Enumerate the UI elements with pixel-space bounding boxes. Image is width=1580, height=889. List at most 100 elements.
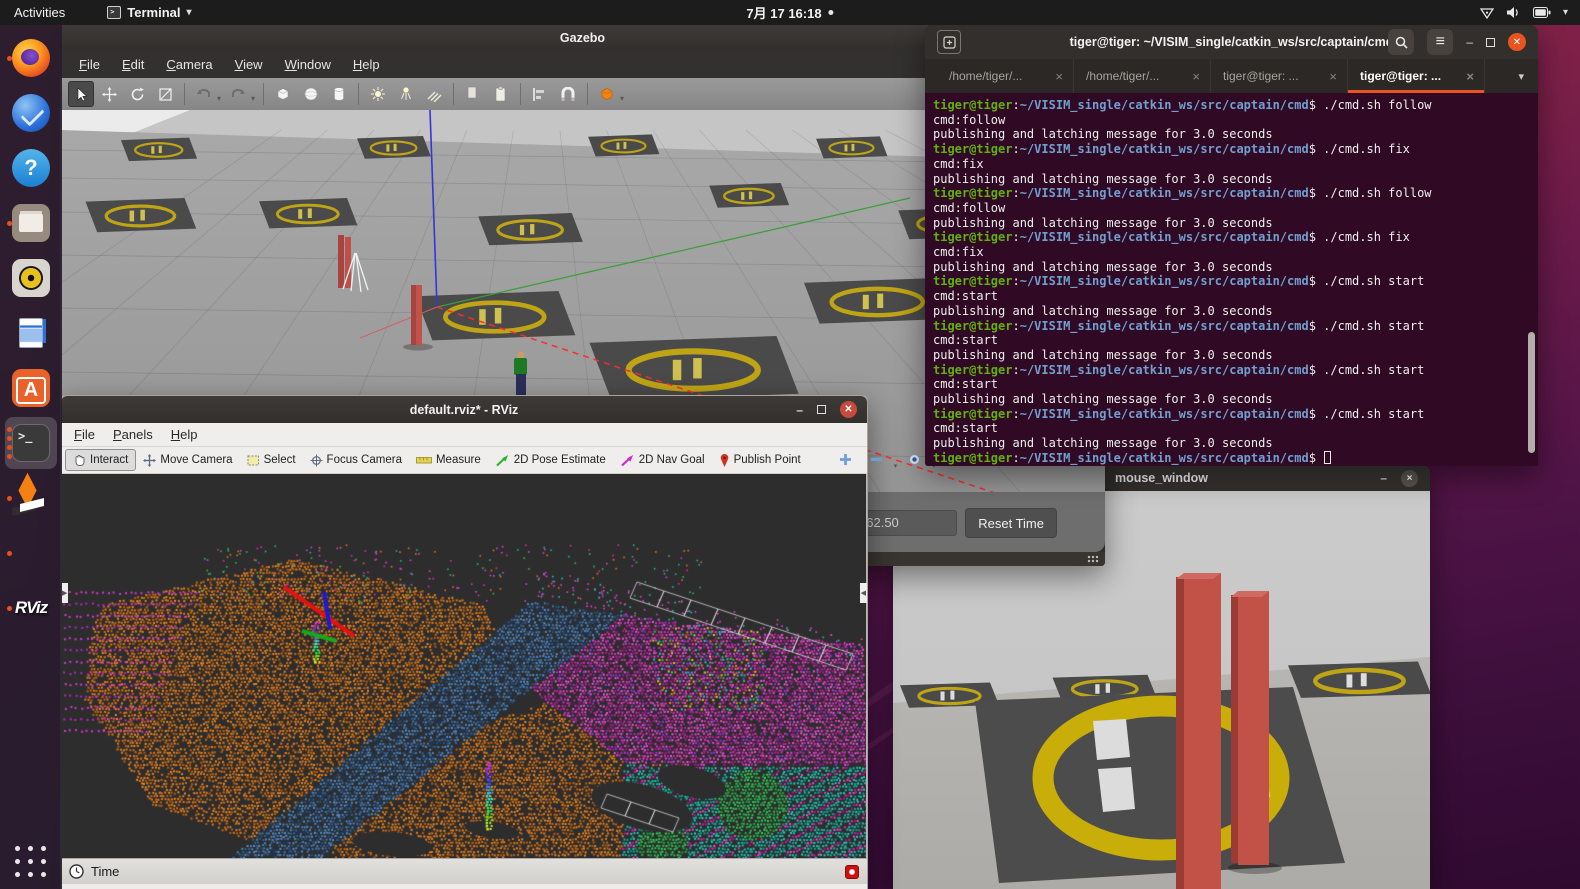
clock[interactable]: 7月 17 16:18 [746, 3, 833, 22]
show-views-panel-arrow[interactable]: ◀ [860, 583, 867, 603]
add-tool-button[interactable] [832, 450, 859, 469]
dock-item-gazebo[interactable] [5, 472, 57, 524]
rotate-tool[interactable] [124, 81, 150, 107]
tool-nav-goal[interactable]: 2D Nav Goal [613, 451, 712, 470]
minimize-button[interactable]: – [1380, 472, 1387, 484]
snap-tool[interactable] [555, 81, 581, 107]
dock-item-background-app[interactable] [5, 527, 57, 579]
battery-icon[interactable] [1533, 7, 1551, 18]
close-button[interactable]: ✕ [1508, 33, 1526, 51]
tab-close-icon[interactable]: × [1329, 69, 1337, 84]
terminal-tab-2[interactable]: tiger@tiger: ...× [1211, 59, 1348, 93]
chevron-down-icon[interactable]: ▾ [1563, 7, 1568, 18]
show-applications-button[interactable] [14, 845, 48, 879]
dock-item-terminal[interactable]: >_ [5, 417, 57, 469]
menu-window[interactable]: Window [276, 54, 340, 75]
maximize-button[interactable] [817, 405, 826, 414]
translate-tool[interactable] [96, 81, 122, 107]
building-editor-tool[interactable] [594, 81, 620, 107]
dock-item-files[interactable] [5, 197, 57, 249]
tool-label: 2D Nav Goal [639, 454, 705, 466]
remove-tool-button[interactable] [863, 450, 890, 469]
tool-label: Focus Camera [327, 454, 402, 466]
time-panel-header[interactable]: Time [61, 858, 867, 884]
menu-view[interactable]: View [226, 54, 272, 75]
tool-interact[interactable]: Interact [65, 449, 136, 471]
dock-item-rviz[interactable]: RViz [5, 582, 57, 634]
search-button[interactable] [1388, 29, 1414, 55]
time-panel-close-button[interactable] [845, 865, 859, 879]
undo-button[interactable] [191, 81, 217, 107]
resize-grip[interactable] [1087, 555, 1099, 564]
volume-icon[interactable] [1506, 6, 1521, 19]
undo-dropdown[interactable]: ▾ [217, 94, 221, 103]
menu-panels[interactable]: Panels [104, 424, 162, 445]
tool-measure[interactable]: Measure [409, 451, 488, 469]
paste-button[interactable] [488, 81, 514, 107]
scrollbar-thumb[interactable] [1528, 332, 1535, 453]
dock-item-ubuntu-software[interactable]: A [5, 362, 57, 414]
tab-close-icon[interactable]: × [1055, 69, 1063, 84]
files-icon [12, 204, 50, 242]
terminal-tab-3[interactable]: tiger@tiger: ...× [1348, 59, 1485, 93]
tool-label: Measure [436, 454, 481, 466]
dock-item-thunderbird[interactable] [5, 87, 57, 139]
tool-publish-point[interactable]: Publish Point [712, 450, 808, 470]
activities-button[interactable]: Activities [0, 5, 79, 20]
directional-light-tool[interactable] [421, 81, 447, 107]
fps-value-field[interactable]: 62.50 [857, 510, 957, 536]
menu-file[interactable]: File [65, 424, 104, 445]
dock-item-rhythmbox[interactable] [5, 252, 57, 304]
show-displays-panel-arrow[interactable]: ▶ [61, 583, 68, 603]
select-arrow-tool[interactable] [68, 81, 94, 107]
dock-item-libreoffice-writer[interactable] [5, 307, 57, 359]
app-menu[interactable]: > Terminal ▾ [107, 5, 191, 20]
box-tool[interactable] [270, 81, 296, 107]
tab-close-icon[interactable]: × [1466, 69, 1474, 84]
copy-button[interactable] [460, 81, 486, 107]
menu-edit[interactable]: Edit [113, 54, 153, 75]
network-status-icon[interactable] [1480, 6, 1494, 20]
sphere-tool[interactable] [298, 81, 324, 107]
redo-dropdown[interactable]: ▾ [251, 94, 255, 103]
app-menu-label: Terminal [127, 5, 180, 20]
terminal-header[interactable]: tiger@tiger: ~/VISIM_single/catkin_ws/sr… [925, 25, 1538, 59]
rviz-titlebar[interactable]: default.rviz* - RViz – ✕ [61, 396, 867, 423]
maximize-button[interactable] [1486, 38, 1495, 47]
minimize-button[interactable]: – [1466, 36, 1473, 48]
tab-close-icon[interactable]: × [1192, 69, 1200, 84]
tool-pose-estimate[interactable]: 2D Pose Estimate [488, 451, 613, 470]
close-button[interactable]: × [1401, 470, 1418, 487]
dock-item-firefox[interactable] [5, 32, 57, 84]
redo-button[interactable] [225, 81, 251, 107]
menu-camera[interactable]: Camera [157, 54, 221, 75]
minimize-button[interactable]: – [796, 404, 803, 416]
pointcloud-canvas[interactable] [62, 474, 867, 858]
terminal-tab-1[interactable]: /home/tiger/...× [1074, 59, 1211, 93]
menu-help[interactable]: Help [162, 424, 207, 445]
rviz-toolbar: InteractMove CameraSelect Focus Camera Mea… [61, 447, 867, 474]
new-tab-button[interactable] [937, 30, 961, 54]
terminal-content[interactable]: tiger@tiger:~/VISIM_single/catkin_ws/src… [925, 93, 1538, 466]
building-dropdown[interactable]: ▾ [620, 94, 624, 103]
terminal-line: tiger@tiger:~/VISIM_single/catkin_ws/src… [933, 230, 1538, 245]
tool-move-camera[interactable]: Move Camera [136, 451, 239, 470]
menu-file[interactable]: File [70, 54, 109, 75]
tab-list-dropdown[interactable]: ▾ [1504, 70, 1538, 83]
close-button[interactable]: ✕ [840, 401, 857, 418]
reset-time-button[interactable]: Reset Time [965, 508, 1057, 538]
firefox-icon [12, 39, 50, 77]
remove-tool-dropdown[interactable]: ▾ [894, 462, 898, 470]
terminal-tab-0[interactable]: /home/tiger/...× [937, 59, 1074, 93]
tool-focus-camera[interactable]: Focus Camera [303, 451, 409, 470]
rviz-3d-viewport[interactable] [61, 474, 867, 858]
align-tool[interactable] [527, 81, 553, 107]
menu-button[interactable]: ≡ [1427, 29, 1453, 55]
menu-help[interactable]: Help [344, 54, 389, 75]
dock-item-help[interactable]: ? [5, 142, 57, 194]
cylinder-tool[interactable] [326, 81, 352, 107]
tool-select[interactable]: Select [240, 451, 303, 470]
point-light-tool[interactable] [365, 81, 391, 107]
scale-tool[interactable] [152, 81, 178, 107]
spot-light-tool[interactable] [393, 81, 419, 107]
